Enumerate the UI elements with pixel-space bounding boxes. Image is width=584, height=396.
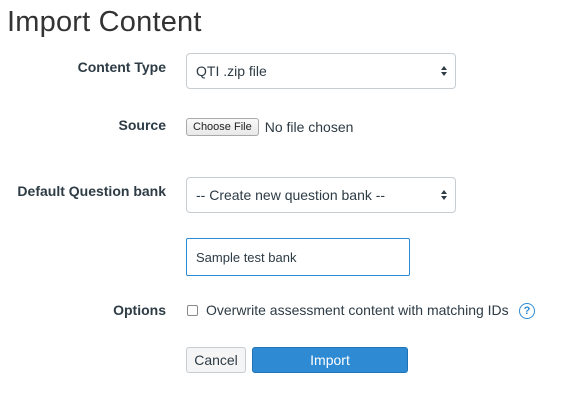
cancel-button[interactable]: Cancel	[186, 347, 246, 373]
new-question-bank-value: Sample test bank	[196, 249, 297, 265]
question-bank-select[interactable]: -- Create new question bank --	[186, 177, 456, 213]
question-bank-value: -- Create new question bank --	[196, 187, 386, 203]
overwrite-label[interactable]: Overwrite assessment content with matchi…	[206, 302, 509, 318]
up-down-caret-icon	[441, 190, 447, 200]
question-bank-label: Default Question bank	[17, 183, 166, 199]
content-type-label: Content Type	[77, 59, 166, 75]
source-label: Source	[118, 117, 166, 133]
question-circle-icon[interactable]: ?	[519, 303, 535, 319]
file-picker: Choose File No file chosen	[186, 118, 353, 136]
content-type-select[interactable]: QTI .zip file	[186, 53, 456, 89]
import-button[interactable]: Import	[252, 347, 408, 373]
up-down-caret-icon	[441, 66, 447, 76]
overwrite-checkbox[interactable]	[187, 305, 198, 316]
content-type-value: QTI .zip file	[196, 63, 267, 79]
import-content-page: Import Content Content Type QTI .zip fil…	[0, 0, 584, 396]
options-label: Options	[113, 302, 166, 318]
file-status: No file chosen	[264, 119, 354, 135]
new-question-bank-input[interactable]: Sample test bank	[186, 238, 410, 276]
page-title: Import Content	[7, 6, 202, 38]
choose-file-button[interactable]: Choose File	[186, 118, 259, 136]
